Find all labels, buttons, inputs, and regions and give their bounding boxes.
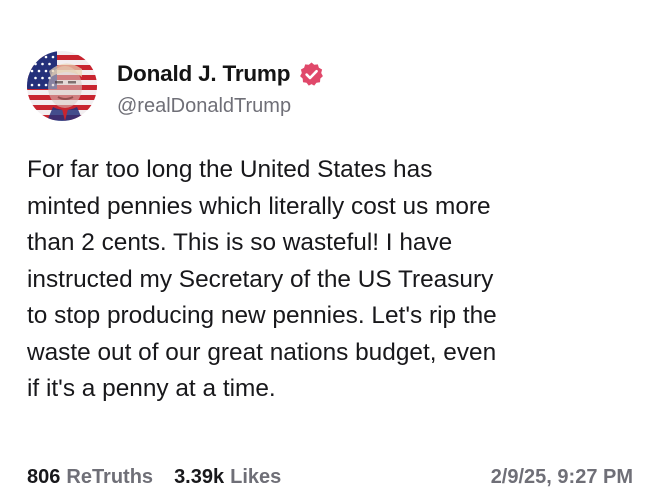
verified-badge-icon	[298, 61, 325, 88]
likes-count: 3.39k	[174, 465, 225, 488]
author-avatar[interactable]	[27, 51, 97, 121]
flag-portrait-avatar-icon	[27, 51, 97, 121]
likes-label: Likes	[230, 465, 282, 488]
retruths-label: ReTruths	[66, 465, 154, 488]
author-name-row: Donald J. Trump	[117, 58, 325, 90]
post-stats-bar: 806 ReTruths 3.39k Likes 2/9/25, 9:27 PM	[27, 462, 633, 492]
post-timestamp[interactable]: 2/9/25, 9:27 PM	[491, 466, 633, 489]
truth-post: Donald J. Trump @realDonaldTrump For far…	[0, 0, 660, 499]
author-handle[interactable]: @realDonaldTrump	[117, 95, 291, 118]
likes-stat[interactable]: 3.39k Likes	[174, 466, 281, 489]
author-display-name[interactable]: Donald J. Trump	[117, 61, 290, 87]
retruths-count: 806	[27, 465, 61, 488]
post-body-text: For far too long the United States has m…	[27, 156, 497, 402]
retruths-stat[interactable]: 806 ReTruths	[27, 466, 153, 489]
